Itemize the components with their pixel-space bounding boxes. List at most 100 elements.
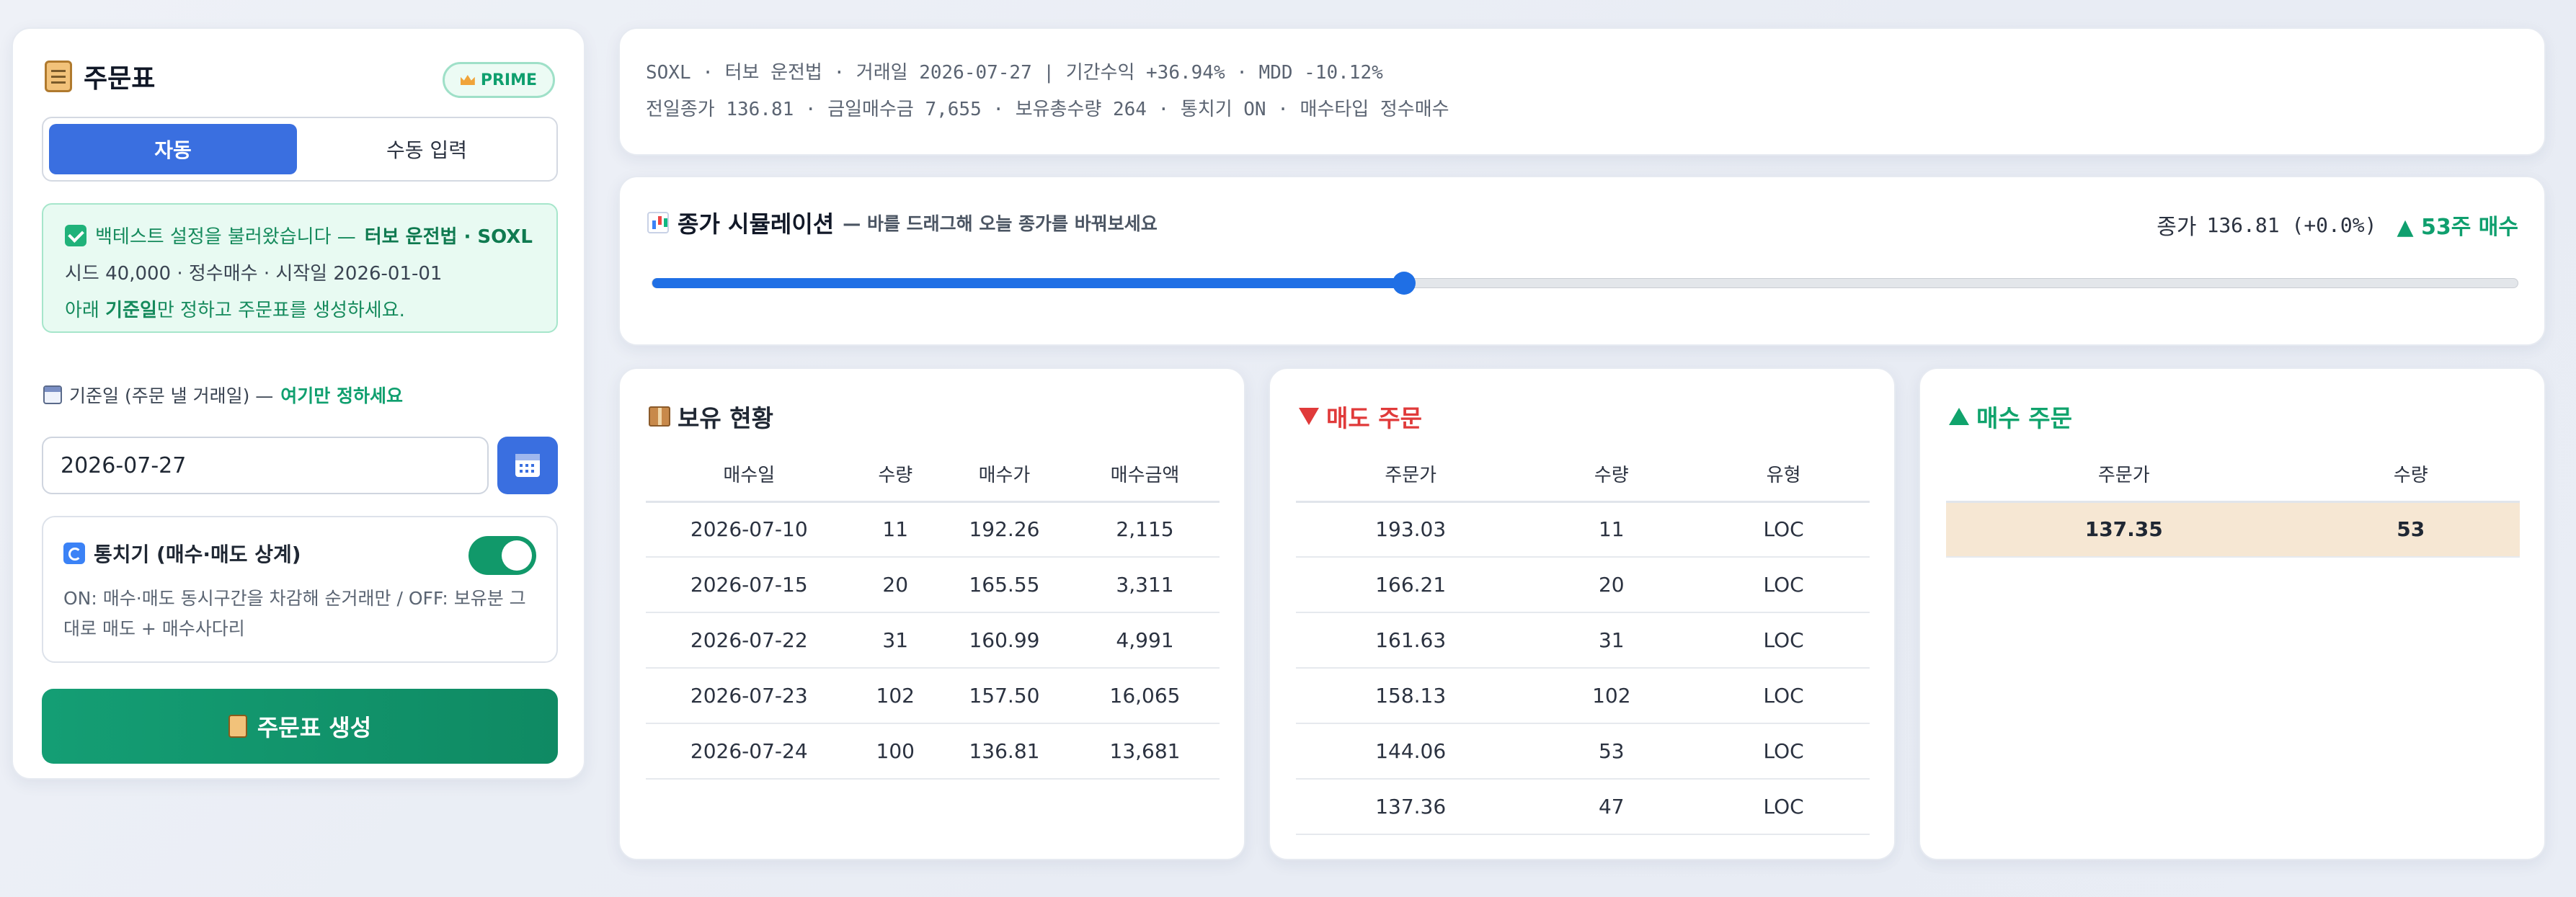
cell: 2,115 [1070,501,1220,558]
holdings-card: 보유 현황 매수일 수량 매수가 매수금액 2026-07-10 11 192.26… [618,367,1245,860]
column-header: 주문가 [1296,447,1526,503]
generate-label: 주문표 생성 [257,714,372,741]
cell: 16,065 [1070,668,1220,724]
table-row: 2026-07-24 100 136.81 13,681 [646,723,1220,780]
date-input[interactable]: 2026-07-27 [42,437,489,494]
backtest-notice: 백테스트 설정을 불러왔습니다 — 터보 운전법 · SOXL 시드 40,00… [42,203,558,333]
cell: 161.63 [1296,612,1526,669]
holdings-title: 보유 현황 [678,404,773,432]
notice-line3: 아래 기준일만 정하고 주문표를 생성하세요. [65,300,405,321]
cell: 11 [852,501,938,558]
sell-orders-card: 매도 주문 주문가 수량 유형 193.03 11 LOC 166.21 20 LOC … [1269,367,1896,860]
netting-title: 통치기 (매수·매도 상계) [94,543,301,566]
table-row: 137.36 47 LOC [1296,779,1870,835]
table-row: 137.35 53 [1946,501,2520,558]
sell-table: 주문가 수량 유형 193.03 11 LOC 166.21 20 LOC 161.63… [1296,447,1870,835]
cell: LOC [1697,779,1870,835]
down-triangle-icon [1299,408,1319,425]
cell: 20 [1525,557,1698,613]
slider-thumb[interactable] [1392,272,1416,295]
column-header: 매수금액 [1070,447,1220,503]
table-row: 2026-07-10 11 192.26 2,115 [646,501,1220,558]
notice-line1: 백테스트 설정을 불러왔습니다 — [95,226,356,248]
simulation-title: 종가 시뮬레이션 [678,210,835,238]
holdings-table: 매수일 수량 매수가 매수금액 2026-07-10 11 192.26 2,115 … [646,447,1220,780]
cell: 4,991 [1070,612,1220,669]
buy-title: 매수 주문 [1976,404,2072,432]
close-simulation-card: 종가 시뮬레이션 — 바를 드래그해 오늘 종가를 바꿔보세요 종가 136.8… [618,176,2546,346]
close-label: 종가 [2157,215,2197,240]
netting-toggle[interactable] [468,536,536,575]
prime-label: PRIME [480,71,537,89]
cell: 144.06 [1296,723,1526,780]
holdings-header: 보유 현황 [649,399,773,434]
cell: 102 [1525,668,1698,724]
cell: 192.26 [938,501,1071,558]
clipboard-icon [45,61,72,92]
cell: 193.03 [1296,501,1526,558]
date-label: 기준일 (주문 낼 거래일) — 여기만 정하세요 [43,382,403,408]
cell: 20 [852,557,938,613]
buy-table: 주문가 수량 137.35 53 [1946,447,2520,558]
notice-line2: 시드 40,000 · 정수매수 · 시작일 2026-01-01 [65,263,443,285]
cell: 100 [852,723,938,780]
table-row: 2026-07-22 31 160.99 4,991 [646,612,1220,669]
up-triangle-icon [1949,408,1969,425]
clipboard-icon [228,715,247,738]
column-header: 수량 [852,447,938,503]
generate-button[interactable]: 주문표 생성 [42,689,558,764]
date-label-text: 기준일 (주문 낼 거래일) — [69,385,274,406]
column-header: 수량 [1525,447,1698,503]
slider-fill [652,278,1404,288]
buy-header: 매수 주문 [1949,399,2072,434]
summary-line1: SOXL · 터보 운전법 · 거래일 2026-07-27 | 기간수익 +3… [646,62,1383,84]
sync-icon [63,543,85,564]
summary-card: SOXL · 터보 운전법 · 거래일 2026-07-27 | 기간수익 +3… [618,27,2546,156]
cell: 165.55 [938,557,1071,613]
tab-auto[interactable]: 자동 [49,124,297,174]
notice-strategy: 터보 운전법 · SOXL [364,226,533,248]
calendar-icon [43,385,62,404]
column-header: 매수가 [938,447,1071,503]
check-icon [65,224,86,246]
cell: 157.50 [938,668,1071,724]
panel-title: 주문표 [84,64,156,94]
sell-title: 매도 주문 [1326,404,1422,432]
date-label-hint: 여기만 정하세요 [280,385,404,406]
package-icon [649,406,670,427]
cell: 3,311 [1070,557,1220,613]
cell: LOC [1697,723,1870,780]
summary-line2: 전일종가 136.81 · 금일매수금 7,655 · 보유총수량 264 · … [646,99,1449,120]
cell: 166.21 [1296,557,1526,613]
mode-switch: 자동 수동 입력 [42,117,558,182]
cell: 160.99 [938,612,1071,669]
close-slider[interactable] [652,272,2518,295]
cell: 137.35 [1946,501,2302,558]
cell: 102 [852,668,938,724]
table-row: 193.03 11 LOC [1296,501,1870,558]
cell: LOC [1697,668,1870,724]
column-header: 수량 [2301,447,2520,503]
close-value: 136.81 (+0.0%) [2206,213,2377,237]
cell: LOC [1697,501,1870,558]
table-row: 158.13 102 LOC [1296,668,1870,724]
cell: 31 [1525,612,1698,669]
simulation-subtitle: — 바를 드래그해 오늘 종가를 바꿔보세요 [843,213,1158,234]
cell: 2026-07-22 [646,612,853,669]
calendar-icon [515,454,540,477]
cell: LOC [1697,557,1870,613]
netting-description: ON: 매수·매도 동시구간을 차감해 순거래만 / OFF: 보유분 그대로 … [63,588,526,639]
cell: LOC [1697,612,1870,669]
table-row: 2026-07-15 20 165.55 3,311 [646,557,1220,613]
cell: 53 [2301,501,2520,558]
tab-manual[interactable]: 수동 입력 [303,124,551,174]
bar-chart-icon [647,212,669,233]
cell: 13,681 [1070,723,1220,780]
calendar-button[interactable] [497,437,558,494]
cell: 158.13 [1296,668,1526,724]
cell: 2026-07-24 [646,723,853,780]
cell: 2026-07-23 [646,668,853,724]
order-sheet-panel: 주문표 PRIME 자동 수동 입력 백테스트 설정을 불러왔습니다 — 터보 … [12,27,585,780]
cell: 136.81 [938,723,1071,780]
cell: 2026-07-10 [646,501,853,558]
